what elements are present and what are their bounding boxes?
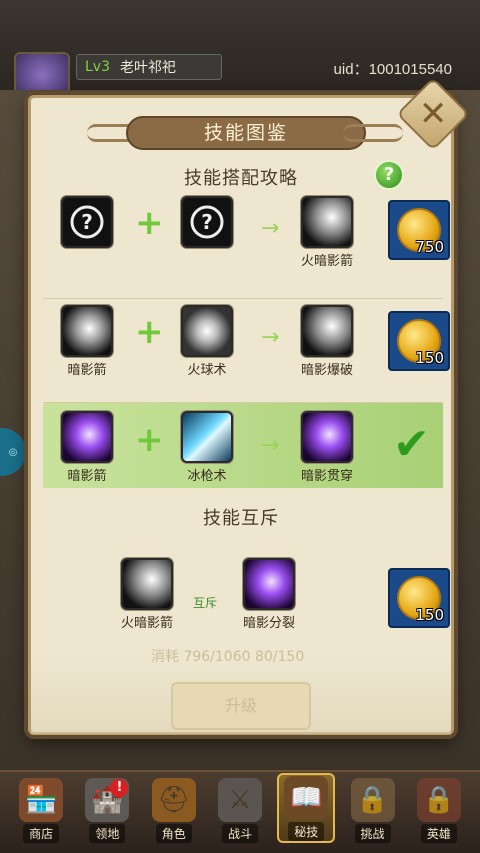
skill-icon-shadow-pierce[interactable] [301,411,353,463]
skill-label: 火球术 [187,363,227,378]
skill-icon-shadow-bolt-purple[interactable] [61,411,113,463]
lock-icon: 🔒 [350,778,395,822]
skill-label: 火暗影箭 [300,254,353,269]
skill-codex-modal: 技能图鉴 ✕ 技能搭配攻略 ? ? + ? → 火暗影箭 750 暗影箭 + 火… [28,77,470,735]
arrow-right-icon: → [261,216,280,241]
modal-title: 技能图鉴 [126,116,366,150]
arrow-right-icon: → [261,325,280,350]
nav-label: 秘技 [288,822,325,841]
close-icon: ✕ [418,94,448,134]
skill-icon-fire-shadow-bolt[interactable] [121,558,173,610]
skill-label: 暗影分裂 [242,616,295,631]
plus-icon: + [135,203,164,243]
price-amount: 150 [415,349,444,367]
nav-heroes[interactable]: 🔒 英雄 [410,773,468,843]
question-mark-icon: ? [190,205,224,239]
skill-icon-fire-shadow-bolt[interactable] [301,196,353,248]
svg-text:?: ? [81,210,93,234]
exclusive-label: 互斥 [193,596,218,610]
combo-row: ? + ? → 火暗影箭 750 [43,196,450,284]
nav-label: 角色 [155,824,192,843]
question-mark-icon: ? [70,205,104,239]
section-title-exclusive: 技能互斥 [203,508,279,529]
nav-hero[interactable]: ⛑ 角色 [145,773,203,843]
skill-icon-shadow-split[interactable] [243,558,295,610]
skill-label: 暗影箭 [67,469,107,484]
upgrade-button[interactable]: 升级 [171,682,311,730]
nav-label: 英雄 [420,824,457,843]
player-level: Lv3 [85,59,110,75]
nav-label: 领地 [89,824,126,843]
title-ornament-right [343,124,403,142]
bottom-nav: 🏪 商店 🏰 ! 领地 ⛑ 角色 ⚔ 战斗 📖 秘技 🔒 挑战 🔒 英雄 [0,770,480,853]
nav-challenge[interactable]: 🔒 挑战 [344,773,402,843]
plus-icon: + [135,312,164,352]
skill-icon-shadow-burst[interactable] [301,305,353,357]
skill-label: 暗影爆破 [300,363,353,378]
skill-label: 暗影贯穿 [300,469,353,484]
side-event-icon: ◎ [8,446,18,458]
exclusive-row: 火暗影箭 互斥 暗影分裂 150 [43,558,450,646]
plus-icon: + [135,420,164,460]
player-level-box: Lv3 老叶祁祀 [76,54,222,80]
skill-label: 暗影箭 [67,363,107,378]
combo-row-completed: 暗影箭 + 冰枪术 → 暗影贯穿 ✔ [43,402,443,488]
price-amount: 750 [415,238,444,256]
combo-row: 暗影箭 + 火球术 → 暗影爆破 150 [43,298,450,386]
lock-icon: 🔒 [416,778,461,822]
unknown-skill-slot[interactable]: ? [181,196,233,248]
nav-label: 挑战 [354,824,391,843]
skill-label: 冰枪术 [187,469,227,484]
price-tag[interactable]: 150 [388,311,450,371]
skill-book-icon: 📖 [284,776,329,820]
player-uid: uid：1001015540 [333,61,452,78]
price-tag[interactable]: 750 [388,200,450,260]
player-name: 老叶祁祀 [120,60,176,76]
unknown-skill-slot[interactable]: ? [61,196,113,248]
price-amount: 150 [415,606,444,624]
checkmark-icon: ✔ [393,419,430,470]
price-tag[interactable]: 150 [388,568,450,628]
cost-label: 消耗 796/1060 80/150 [151,649,305,665]
skill-label: 火暗影箭 [120,616,173,631]
nav-battle[interactable]: ⚔ 战斗 [211,773,269,843]
nav-label: 战斗 [221,824,258,843]
svg-text:?: ? [201,210,213,234]
skill-icon-shadow-bolt[interactable] [61,305,113,357]
hero-icon: ⛑ [151,778,196,822]
skill-icon-fireball[interactable] [181,305,233,357]
skill-icon-ice-lance[interactable] [181,411,233,463]
help-button[interactable]: ? [374,160,404,190]
nav-shop[interactable]: 🏪 商店 [12,773,70,843]
arrow-right-icon: → [261,433,280,458]
nav-label: 商店 [23,824,60,843]
battle-icon: ⚔ [217,778,262,822]
shop-icon: 🏪 [19,778,64,822]
nav-territory[interactable]: 🏰 ! 领地 [78,773,136,843]
top-bar: Lv3 老叶祁祀 uid：1001015540 [0,0,480,102]
nav-skills[interactable]: 📖 秘技 [277,773,336,843]
